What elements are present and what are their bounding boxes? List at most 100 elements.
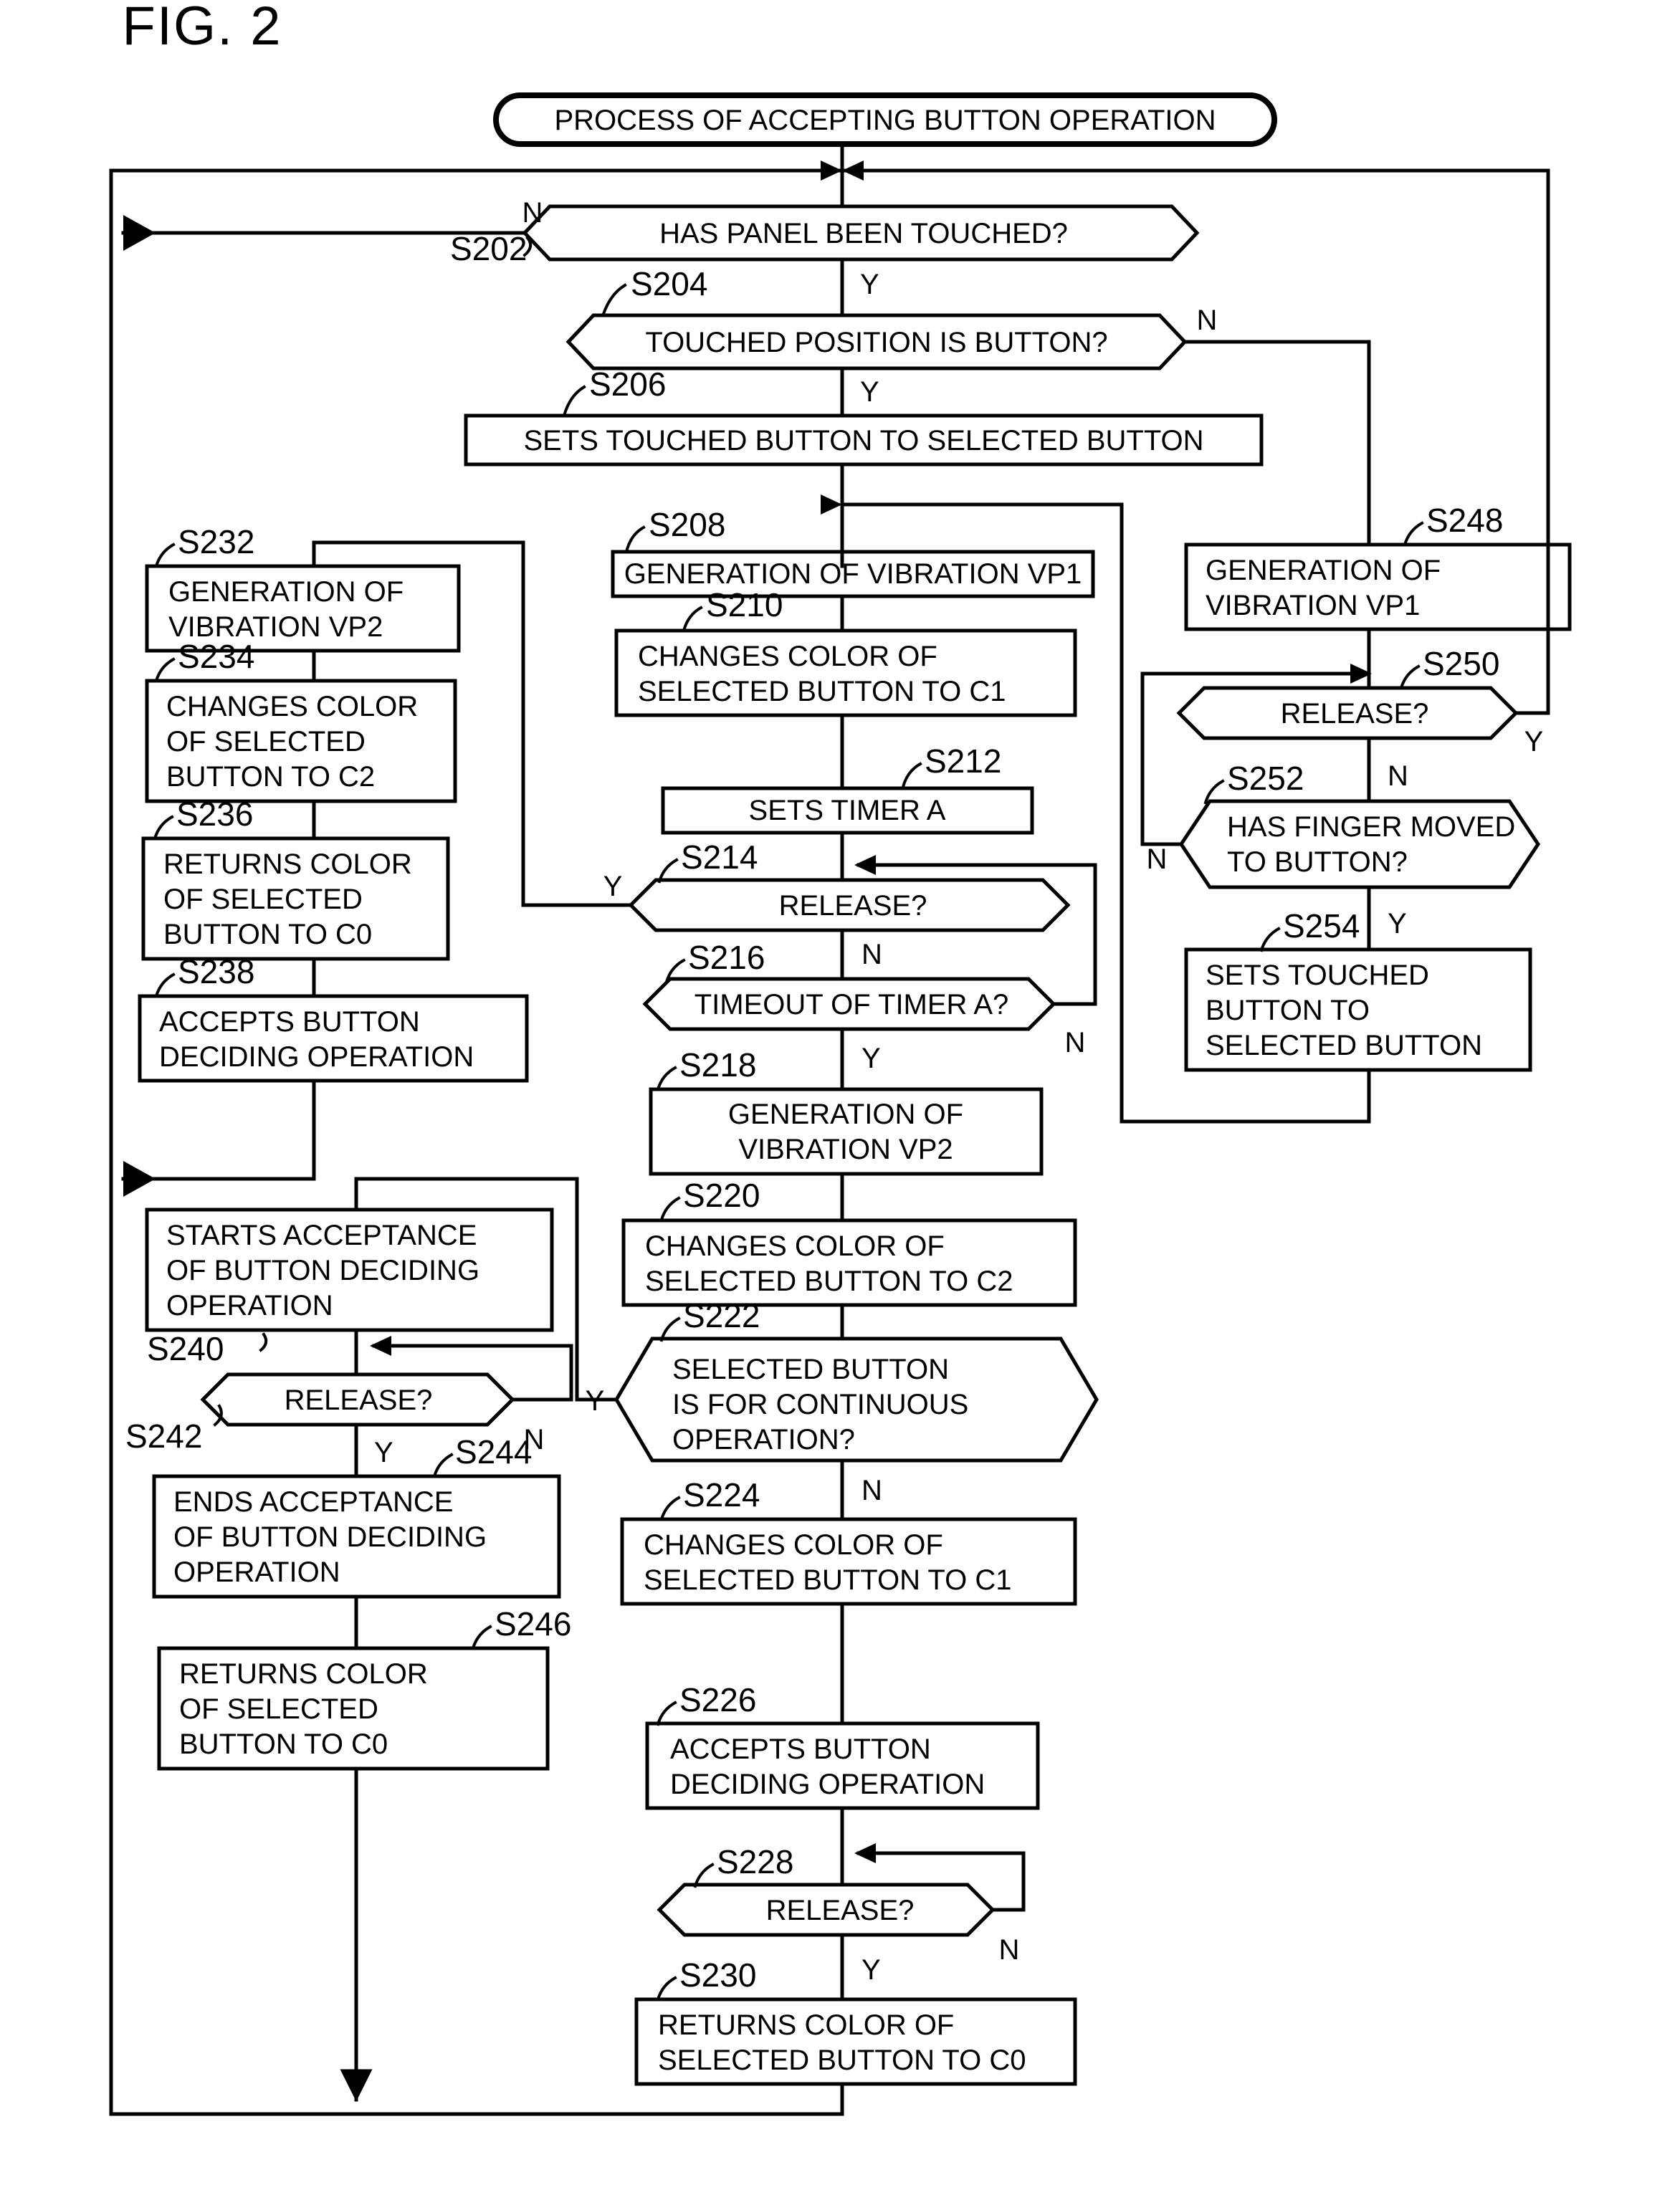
node-S222-line-2: OPERATION? (672, 1424, 855, 1455)
step-label-S216: S216 (688, 939, 765, 976)
node-S246-line-2: BUTTON TO C0 (179, 1728, 388, 1760)
branch-S214-N: N (862, 939, 882, 970)
leader-S248 (1403, 521, 1424, 547)
branch-S204-Y: Y (860, 376, 879, 408)
branch-S202-Y: Y (860, 269, 879, 300)
leader-S232 (154, 542, 176, 568)
leader-S226 (656, 1701, 677, 1726)
step-label-S242: S242 (125, 1417, 202, 1455)
leader-S218 (656, 1066, 677, 1091)
node-S222-line-0: SELECTED BUTTON (672, 1354, 949, 1385)
step-label-S234: S234 (178, 638, 254, 675)
leader-S230 (656, 1976, 677, 2002)
bus-arrow-right (842, 161, 864, 181)
loop-arrow-s214 (854, 855, 876, 875)
step-label-S214: S214 (681, 838, 758, 876)
node-S228-line-0: RELEASE? (766, 1895, 915, 1926)
leader-S244 (432, 1453, 454, 1478)
node-S248-line-1: VIBRATION VP1 (1206, 590, 1420, 621)
start-terminator-label: PROCESS OF ACCEPTING BUTTON OPERATION (554, 105, 1216, 136)
node-S236-line-2: BUTTON TO C0 (163, 919, 372, 950)
node-S240-line-1: OF BUTTON DECIDING (166, 1255, 479, 1286)
edge-S204-N (1183, 340, 1371, 547)
leader-S210 (682, 606, 703, 633)
node-S230-line-1: SELECTED BUTTON TO C0 (658, 2045, 1026, 2076)
branch-S202-N: N (522, 197, 543, 229)
node-S224-line-0: CHANGES COLOR OF (644, 1529, 943, 1561)
branch-S204-N: N (1197, 305, 1218, 336)
flowchart-svg: FIG. 2 PROCESS OF ACCEPTING BUTTON OPERA… (109, 0, 1572, 2116)
node-S254-line-0: SETS TOUCHED (1206, 960, 1429, 991)
branch-S252-Y: Y (1388, 908, 1407, 939)
node-S236-line-1: OF SELECTED (163, 884, 363, 915)
loop-arrow-s228 (854, 1843, 876, 1863)
node-S242-line-0: RELEASE? (285, 1385, 433, 1416)
node-S252-line-1: TO BUTTON? (1227, 846, 1408, 878)
branch-S228-N: N (999, 1934, 1020, 1966)
node-S246-line-1: OF SELECTED (179, 1693, 378, 1725)
step-label-S252: S252 (1227, 760, 1304, 797)
step-label-S220: S220 (683, 1177, 760, 1214)
step-label-S238: S238 (178, 953, 254, 990)
leader-S236 (153, 815, 174, 841)
node-S240-line-2: OPERATION (166, 1290, 333, 1321)
node-S244-line-1: OF BUTTON DECIDING (173, 1521, 487, 1553)
branch-S250-Y: Y (1524, 726, 1544, 757)
node-S226-line-1: DECIDING OPERATION (670, 1769, 985, 1800)
node-S224-line-1: SELECTED BUTTON TO C1 (644, 1564, 1011, 1596)
step-label-S250: S250 (1423, 645, 1499, 682)
node-S240-line-0: STARTS ACCEPTANCE (166, 1220, 477, 1251)
step-label-S226: S226 (679, 1681, 756, 1718)
node-S246-line-0: RETURNS COLOR (179, 1658, 428, 1690)
branch-S242-Y: Y (374, 1437, 393, 1468)
step-label-S218: S218 (679, 1046, 756, 1084)
node-S232-line-0: GENERATION OF (168, 576, 404, 608)
node-S216-line-0: TIMEOUT OF TIMER A? (695, 989, 1009, 1020)
branch-S228-Y: Y (862, 1954, 881, 1986)
node-S218-line-0: GENERATION OF (728, 1099, 963, 1130)
leader-S240 (259, 1332, 268, 1352)
bus-arrow-left (821, 161, 842, 181)
edge-S222-Y (354, 1177, 619, 1402)
branch-S252-N: N (1147, 843, 1168, 875)
node-S222-line-1: IS FOR CONTINUOUS (672, 1389, 968, 1420)
node-S230-line-0: RETURNS COLOR OF (658, 2009, 954, 2041)
node-S244-line-2: OPERATION (173, 1557, 340, 1588)
leader-S254 (1259, 927, 1281, 952)
leader-S206 (562, 385, 586, 418)
leader-S208 (624, 525, 646, 554)
node-S220-line-1: SELECTED BUTTON TO C2 (645, 1266, 1013, 1297)
node-S254-line-2: SELECTED BUTTON (1206, 1030, 1482, 1061)
leader-S204 (601, 283, 627, 316)
step-label-S206: S206 (589, 365, 666, 403)
step-label-S212: S212 (925, 742, 1001, 780)
node-S214-line-0: RELEASE? (779, 890, 927, 922)
step-label-S224: S224 (683, 1476, 760, 1514)
node-S206-line-0: SETS TOUCHED BUTTON TO SELECTED BUTTON (523, 425, 1203, 456)
edge-S238-return (121, 1079, 316, 1197)
step-label-S222: S222 (683, 1297, 760, 1334)
step-label-S202: S202 (450, 230, 527, 267)
node-S234-line-1: OF SELECTED (166, 726, 366, 757)
node-S210-line-0: CHANGES COLOR OF (638, 641, 937, 672)
leader-S246 (471, 1625, 492, 1650)
figure-page: FIG. 2 PROCESS OF ACCEPTING BUTTON OPERA… (0, 0, 1680, 2190)
leader-S220 (659, 1196, 681, 1222)
step-label-S240: S240 (147, 1330, 224, 1367)
edge-S230-return (109, 2082, 844, 2116)
node-S252-line-0: HAS FINGER MOVED (1227, 811, 1515, 843)
leader-S238 (154, 972, 176, 998)
node-S248-line-0: GENERATION OF (1206, 555, 1441, 586)
node-S208-line-0: GENERATION OF VIBRATION VP1 (624, 558, 1082, 590)
edge-S216-N-loop (856, 863, 1097, 1006)
step-label-S244: S244 (455, 1433, 532, 1471)
merge-arrow-s208 (821, 494, 842, 515)
node-S226-line-0: ACCEPTS BUTTON (670, 1734, 931, 1765)
step-label-S230: S230 (679, 1956, 756, 1994)
node-S220-line-0: CHANGES COLOR OF (645, 1230, 945, 1262)
node-S254-line-1: BUTTON TO (1206, 995, 1370, 1026)
branch-S250-N: N (1388, 760, 1408, 792)
figure-title: FIG. 2 (122, 0, 282, 57)
branch-S216-N: N (1065, 1027, 1086, 1058)
node-S212-line-0: SETS TIMER A (749, 795, 946, 826)
